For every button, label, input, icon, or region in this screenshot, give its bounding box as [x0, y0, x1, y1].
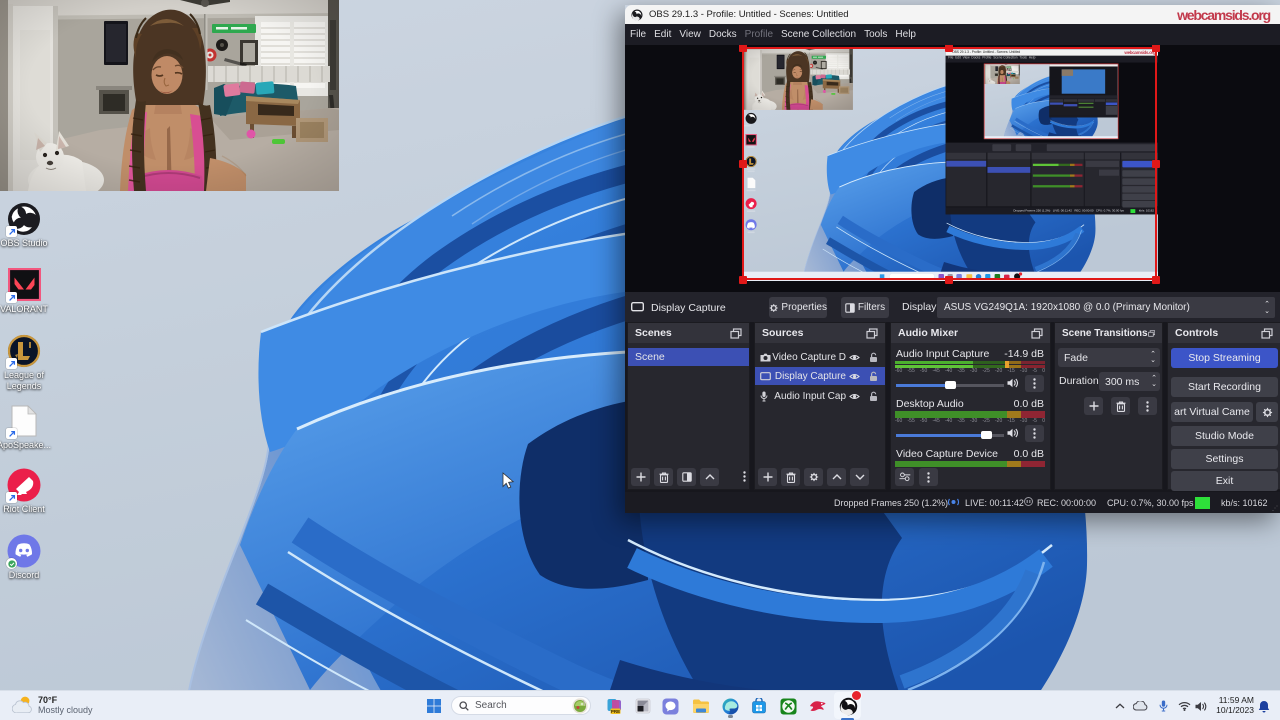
svg-text:PRE: PRE: [610, 709, 619, 714]
